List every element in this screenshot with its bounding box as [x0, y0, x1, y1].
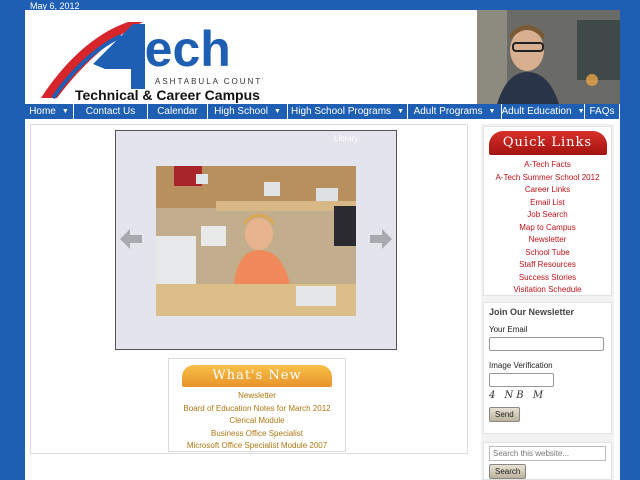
- quick-link[interactable]: Staff Resources: [484, 259, 611, 272]
- email-field[interactable]: [489, 337, 604, 351]
- quick-link[interactable]: Map to Campus: [484, 222, 611, 235]
- quick-links-banner: Quick Links: [488, 131, 607, 155]
- search-button[interactable]: Search: [489, 464, 527, 479]
- quick-link[interactable]: A-Tech Facts: [484, 159, 611, 172]
- whats-new-link[interactable]: Microsoft Office Specialist Module 2007: [169, 440, 345, 453]
- quick-link[interactable]: Job Search: [484, 209, 611, 222]
- svg-text:ASHTABULA COUNTY: ASHTABULA COUNTY: [155, 77, 263, 86]
- quick-link[interactable]: A-Tech Summer School 2012: [484, 172, 611, 185]
- nav-label: Adult Programs: [413, 106, 483, 117]
- svg-text:Technical & Career Campus: Technical & Career Campus: [75, 87, 260, 103]
- quick-link[interactable]: Newsletter: [484, 234, 611, 247]
- chevron-down-icon: ▼: [61, 108, 69, 115]
- svg-text:tech: tech: [128, 21, 231, 77]
- slide-photo[interactable]: [156, 166, 356, 316]
- nav-label: Contact Us: [85, 106, 136, 117]
- quick-link[interactable]: Visitation Schedule: [484, 284, 611, 297]
- chevron-down-icon: ▼: [273, 108, 281, 115]
- main-navigation: Home ▼ Contact Us Calendar High School ▼ H…: [25, 104, 620, 119]
- quick-links-panel: Quick Links A-Tech Facts A-Tech Summer S…: [483, 126, 612, 296]
- newsletter-signup: Join Our Newsletter Your Email Image Ver…: [483, 302, 612, 434]
- nav-label: Home: [29, 106, 56, 117]
- chevron-down-icon: ▼: [577, 108, 585, 115]
- previous-slide-arrow-icon[interactable]: [118, 226, 144, 252]
- slide-caption: Library: [334, 134, 359, 143]
- chevron-down-icon: ▼: [488, 108, 496, 115]
- nav-label: Adult Education: [501, 106, 572, 117]
- nav-contact-us[interactable]: Contact Us: [74, 104, 148, 119]
- nav-label: FAQs: [589, 106, 615, 117]
- quick-link[interactable]: Success Stories: [484, 272, 611, 285]
- header: tech ASHTABULA COUNTY Technical & Career…: [25, 10, 620, 104]
- atech-logo[interactable]: tech ASHTABULA COUNTY Technical & Career…: [33, 14, 263, 104]
- nav-calendar[interactable]: Calendar: [148, 104, 208, 119]
- right-sidebar: Quick Links A-Tech Facts A-Tech Summer S…: [481, 124, 614, 480]
- nav-label: Calendar: [157, 106, 198, 117]
- nav-faqs[interactable]: FAQs: [585, 104, 620, 119]
- header-student-photo: [477, 10, 620, 104]
- captcha-image: 4 NB M: [489, 390, 547, 401]
- chevron-down-icon: ▼: [397, 108, 404, 115]
- quick-link[interactable]: Career Links: [484, 184, 611, 197]
- quick-link[interactable]: School Tube: [484, 247, 611, 260]
- verification-field[interactable]: [489, 373, 554, 387]
- page-container: tech ASHTABULA COUNTY Technical & Career…: [25, 10, 620, 480]
- site-search: Search this website... Search: [483, 442, 612, 480]
- next-slide-arrow-icon[interactable]: [368, 226, 394, 252]
- nav-adult-education[interactable]: Adult Education ▼: [502, 104, 585, 119]
- verification-label: Image Verification: [489, 361, 553, 370]
- nav-home[interactable]: Home ▼: [25, 104, 74, 119]
- photo-slideshow: Library: [115, 130, 397, 350]
- nav-high-school-programs[interactable]: High School Programs ▼: [288, 104, 408, 119]
- send-button[interactable]: Send: [489, 407, 520, 422]
- whats-new-link[interactable]: Newsletter: [169, 390, 345, 403]
- main-content: Library What's New Newsletter Board of E…: [30, 124, 468, 454]
- whats-new-link[interactable]: Board of Education Notes for March 2012: [169, 403, 345, 416]
- nav-high-school[interactable]: High School ▼: [208, 104, 288, 119]
- email-label: Your Email: [489, 325, 528, 334]
- nav-label: High School Programs: [291, 106, 392, 117]
- quick-link[interactable]: Email List: [484, 197, 611, 210]
- whats-new-link[interactable]: Business Office Specialist: [169, 428, 345, 441]
- search-input[interactable]: Search this website...: [489, 446, 606, 461]
- nav-adult-programs[interactable]: Adult Programs ▼: [408, 104, 502, 119]
- nav-label: High School: [214, 106, 268, 117]
- whats-new-panel: What's New Newsletter Board of Education…: [168, 358, 346, 452]
- whats-new-banner: What's New: [182, 365, 332, 387]
- newsletter-title: Join Our Newsletter: [489, 307, 575, 317]
- whats-new-link[interactable]: Clerical Module: [169, 415, 345, 428]
